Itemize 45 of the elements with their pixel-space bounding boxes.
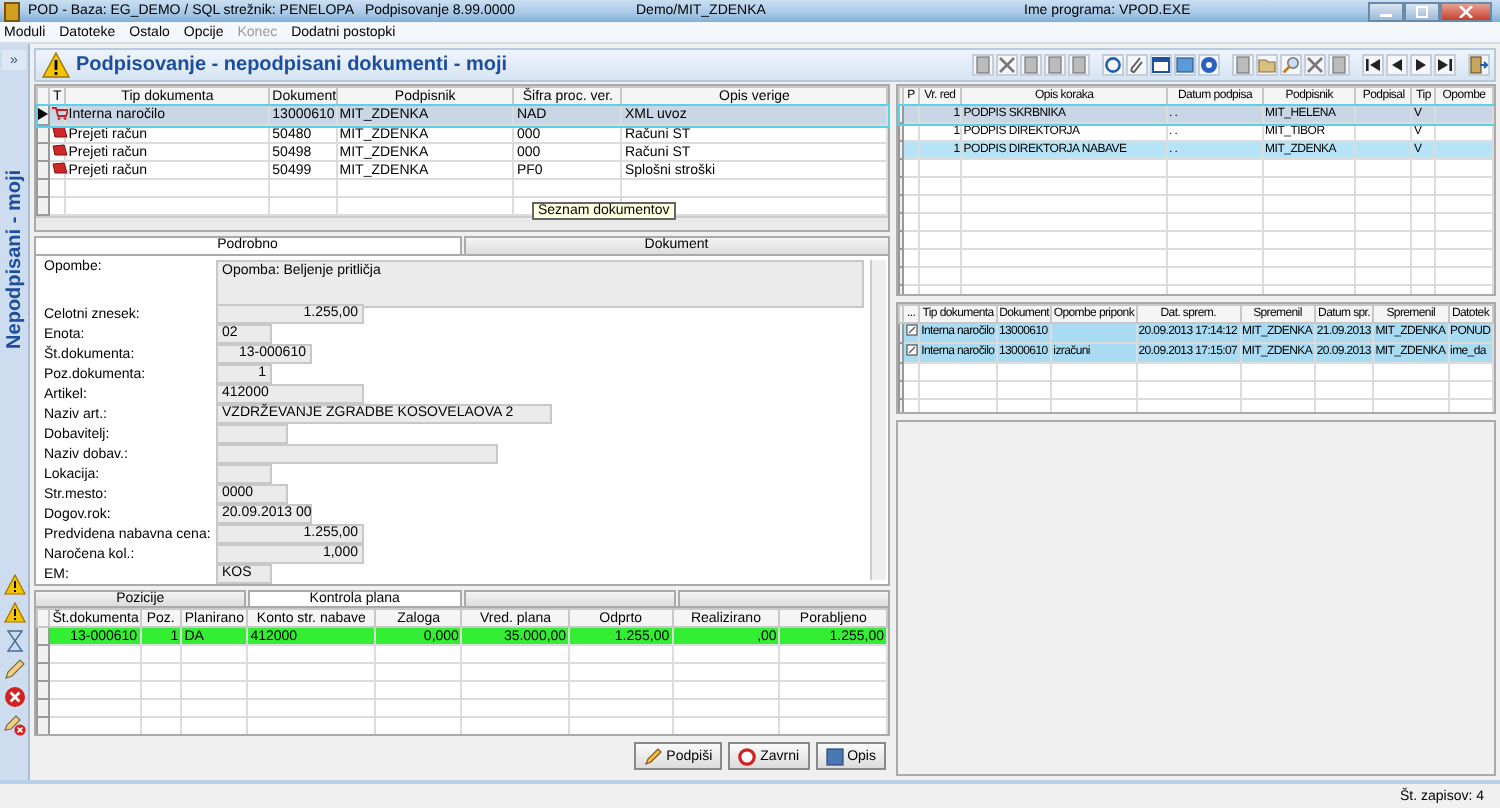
tab[interactable]: [463, 589, 676, 607]
clip-icon[interactable]: [1126, 54, 1148, 76]
cart-icon: [52, 106, 69, 120]
input-field[interactable]: [216, 443, 498, 465]
folder-icon[interactable]: [1256, 54, 1278, 76]
vertical-scrollbar[interactable]: [870, 259, 886, 580]
close-button[interactable]: [1440, 1, 1492, 21]
maximize-button[interactable]: [1404, 1, 1440, 21]
search-icon[interactable]: [1280, 54, 1302, 76]
close-icon: [1458, 5, 1474, 17]
page-icon[interactable]: [1328, 54, 1350, 76]
horizontal-scrollbar[interactable]: [36, 216, 888, 230]
page-icon[interactable]: [1020, 54, 1042, 76]
page-icon[interactable]: [972, 54, 994, 76]
input-field[interactable]: [216, 423, 288, 445]
window-icon[interactable]: [1150, 54, 1172, 76]
pencil-cancel-icon[interactable]: [3, 714, 25, 736]
page-icon[interactable]: [1044, 54, 1066, 76]
attachment-icon: [905, 324, 918, 336]
attachment-icon: [905, 344, 918, 356]
page-title: Podpisovanje - nepodpisani dokumenti - moji: [76, 54, 508, 76]
next-icon[interactable]: [1410, 54, 1432, 76]
maximize-icon: [1414, 5, 1430, 17]
hourglass-icon[interactable]: [3, 630, 25, 652]
warning-icon[interactable]: [3, 602, 25, 624]
tab[interactable]: [677, 589, 890, 607]
page-icon[interactable]: [1232, 54, 1254, 76]
pencil-icon[interactable]: [3, 658, 25, 680]
prev-icon[interactable]: [1386, 54, 1408, 76]
close-icon[interactable]: [3, 686, 25, 708]
warning-icon: [42, 52, 70, 78]
exit-icon[interactable]: [1468, 54, 1490, 76]
page-icon[interactable]: [1068, 54, 1090, 76]
ring-icon: [738, 747, 757, 766]
minimize-button[interactable]: [1368, 1, 1404, 21]
close-icon[interactable]: [1304, 54, 1326, 76]
app-icon: [4, 1, 20, 21]
close-icon[interactable]: [996, 54, 1018, 76]
last-icon[interactable]: [1434, 54, 1456, 76]
row-pointer-icon: [38, 107, 48, 119]
warning-icon[interactable]: [3, 574, 25, 596]
input-field[interactable]: [216, 463, 272, 485]
pencil-icon: [644, 747, 663, 766]
panel-title: Nepodpisani - moji: [3, 170, 25, 349]
first-icon[interactable]: [1362, 54, 1384, 76]
